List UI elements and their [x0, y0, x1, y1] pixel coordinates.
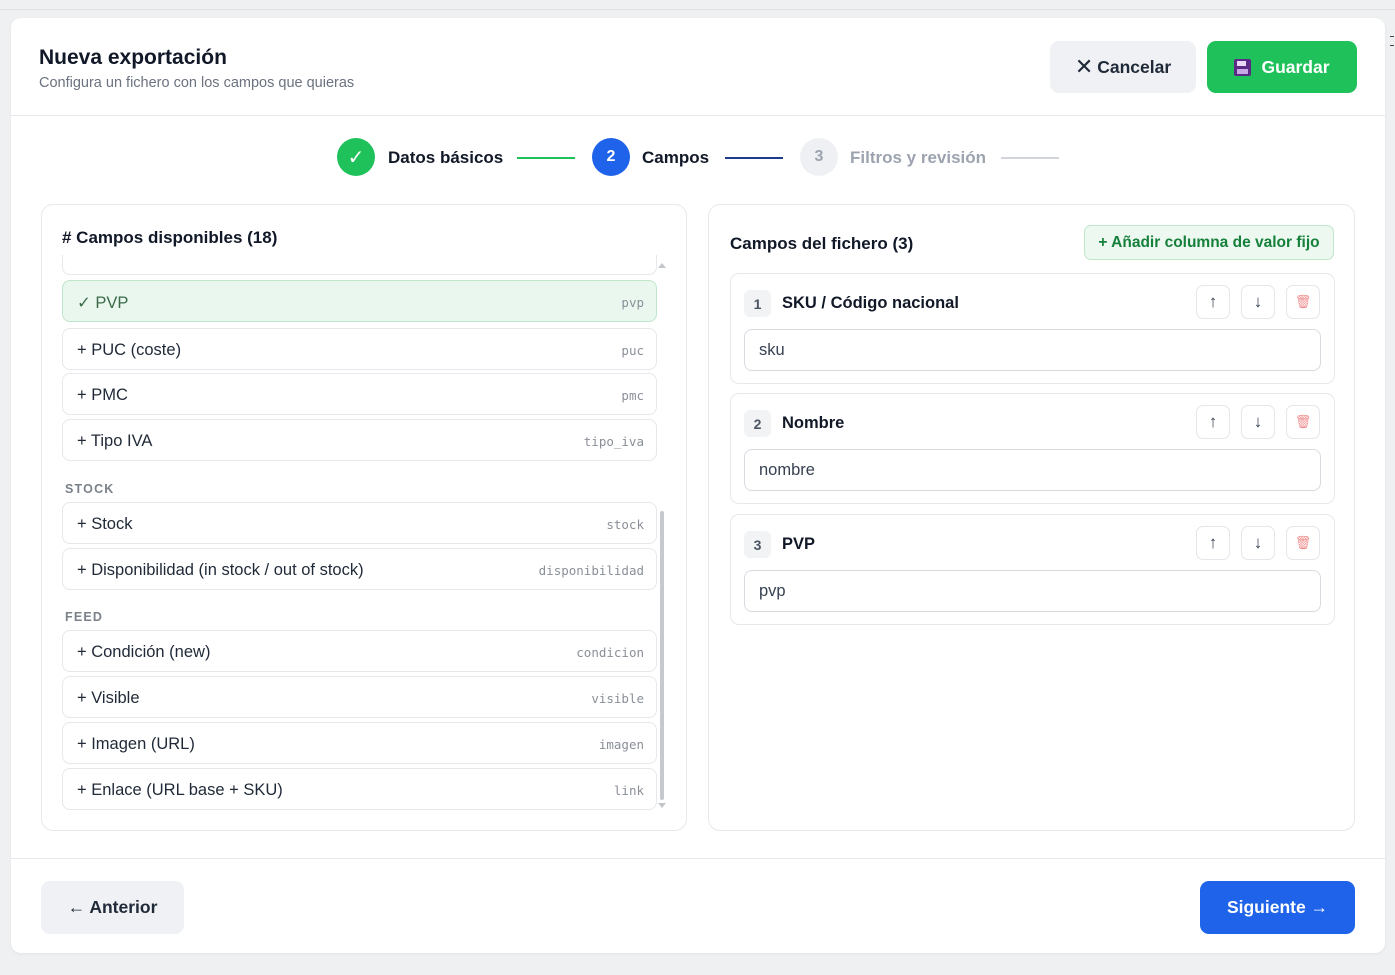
field-item-imagen[interactable]: + Imagen (URL) imagen [62, 722, 657, 764]
field-item-label: + Visible [77, 689, 140, 707]
field-item-label: ✓ PVP [77, 294, 129, 312]
field-item-label: + Enlace (URL base + SKU) [77, 781, 283, 799]
file-field-card-3: 3 PVP ↑ ↓ 🗑 [730, 514, 1335, 625]
move-down-button[interactable]: ↓ [1241, 405, 1275, 439]
field-item-key: imagen [598, 737, 644, 752]
field-item-key: visible [591, 691, 644, 706]
move-up-button[interactable]: ↑ [1196, 285, 1230, 319]
step-connector-1 [517, 157, 575, 159]
next-button[interactable]: Siguiente → [1200, 881, 1355, 934]
delete-button[interactable]: 🗑 [1286, 526, 1320, 560]
field-item-link[interactable]: + Enlace (URL base + SKU) link [62, 768, 657, 810]
file-fields-panel: Campos del fichero (3) + Añadir columna … [708, 204, 1355, 831]
list-item-partial[interactable] [62, 255, 657, 275]
trash-icon: 🗑 [1294, 414, 1312, 429]
group-heading-stock: STOCK [65, 482, 115, 496]
field-item-label: + PMC [77, 386, 128, 404]
field-item-key: link [613, 783, 644, 798]
stepper: ✓ Datos básicos 2 Campos 3 Filtros y rev… [11, 138, 1385, 178]
step-3-label[interactable]: Filtros y revisión [850, 148, 986, 168]
scroll-down-arrow-icon[interactable] [658, 803, 666, 808]
field-item-stock[interactable]: + Stock stock [62, 502, 657, 544]
available-fields-panel: # Campos disponibles (18) ✓ PVP pvp + PU… [41, 204, 687, 831]
group-heading-feed: FEED [65, 610, 104, 624]
page-title: Nueva exportación [39, 46, 227, 69]
field-item-key: pvp [621, 295, 644, 310]
file-field-card-1: 1 SKU / Código nacional ↑ ↓ 🗑 [730, 273, 1335, 384]
window-edge-marker [1390, 36, 1394, 46]
move-down-button[interactable]: ↓ [1241, 285, 1275, 319]
file-fields-title: Campos del fichero (3) [730, 234, 914, 253]
step-connector-2 [725, 157, 783, 159]
field-order-badge: 1 [744, 290, 771, 317]
delete-button[interactable]: 🗑 [1286, 405, 1320, 439]
field-item-puc[interactable]: + PUC (coste) puc [62, 328, 657, 370]
top-divider [0, 9, 1395, 10]
field-item-visible[interactable]: + Visible visible [62, 676, 657, 718]
field-item-key: stock [606, 517, 644, 532]
column-name-input[interactable] [744, 449, 1321, 491]
step-2-label[interactable]: Campos [642, 148, 709, 168]
field-item-label: + Disponibilidad (in stock / out of stoc… [77, 561, 364, 579]
field-order-badge: 3 [744, 531, 771, 558]
export-modal: Nueva exportación Configura un fichero c… [11, 18, 1385, 953]
field-item-label: + Tipo IVA [77, 432, 153, 450]
step-3-number: 3 [800, 138, 838, 176]
field-item-key: pmc [621, 388, 644, 403]
save-button-label: Guardar [1261, 56, 1330, 77]
trash-icon: 🗑 [1294, 294, 1312, 309]
window-top-strip [0, 0, 1395, 10]
available-fields-title: # Campos disponibles (18) [62, 228, 278, 247]
field-item-key: tipo_iva [583, 434, 644, 449]
field-name: SKU / Código nacional [782, 294, 959, 312]
previous-button[interactable]: ← Anterior [41, 881, 184, 934]
move-down-button[interactable]: ↓ [1241, 526, 1275, 560]
modal-header: Nueva exportación Configura un fichero c… [11, 18, 1385, 116]
cancel-button-label: Cancelar [1097, 56, 1172, 77]
move-up-button[interactable]: ↑ [1196, 405, 1230, 439]
file-field-card-2: 2 Nombre ↑ ↓ 🗑 [730, 393, 1335, 504]
move-up-button[interactable]: ↑ [1196, 526, 1230, 560]
field-item-key: disponibilidad [538, 563, 644, 578]
field-name: Nombre [782, 414, 845, 432]
add-fixed-column-button[interactable]: + Añadir columna de valor fijo [1084, 225, 1334, 260]
page-subtitle: Configura un fichero con los campos que … [39, 75, 355, 91]
available-fields-list[interactable]: ✓ PVP pvp + PUC (coste) puc + PMC pmc + … [62, 255, 658, 815]
field-order-badge: 2 [744, 410, 771, 437]
field-name: PVP [782, 535, 816, 553]
field-item-tipo-iva[interactable]: + Tipo IVA tipo_iva [62, 419, 657, 461]
scrollbar-thumb[interactable] [660, 511, 664, 800]
save-button[interactable]: Guardar [1207, 41, 1357, 93]
cancel-button[interactable]: ✕ Cancelar [1050, 41, 1196, 93]
close-icon: ✕ [1074, 54, 1094, 79]
field-item-label: + Stock [77, 515, 133, 533]
step-2-number: 2 [592, 138, 630, 176]
field-item-key: puc [621, 343, 644, 358]
column-name-input[interactable] [744, 329, 1321, 371]
column-name-input[interactable] [744, 570, 1321, 612]
field-item-condicion[interactable]: + Condición (new) condicion [62, 630, 657, 672]
field-item-label: + Condición (new) [77, 643, 211, 661]
field-item-disponibilidad[interactable]: + Disponibilidad (in stock / out of stoc… [62, 548, 657, 590]
field-item-pmc[interactable]: + PMC pmc [62, 373, 657, 415]
modal-footer: ← Anterior Siguiente → [11, 858, 1385, 953]
step-1-label[interactable]: Datos básicos [388, 148, 503, 168]
field-item-key: condicion [576, 645, 644, 660]
step-connector-3 [1001, 157, 1059, 159]
scroll-up-arrow-icon[interactable] [658, 263, 666, 268]
delete-button[interactable]: 🗑 [1286, 285, 1320, 319]
floppy-disk-icon [1234, 58, 1252, 76]
trash-icon: 🗑 [1294, 535, 1312, 550]
field-item-label: + PUC (coste) [77, 341, 182, 359]
step-1-done-icon: ✓ [337, 138, 375, 176]
field-item-pvp[interactable]: ✓ PVP pvp [62, 280, 657, 322]
field-item-label: + Imagen (URL) [77, 735, 195, 753]
